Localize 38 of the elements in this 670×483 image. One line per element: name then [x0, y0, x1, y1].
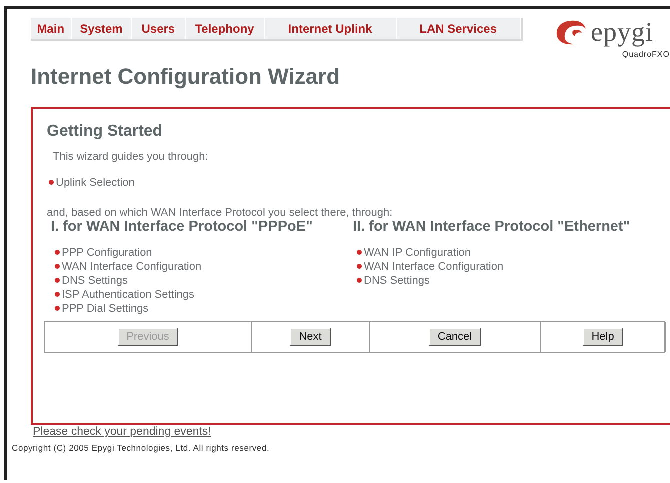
column-heading: I. for WAN Interface Protocol "PPPoE"	[51, 219, 314, 235]
bullet-icon	[55, 292, 60, 297]
pending-events-link[interactable]: Please check your pending events!	[33, 426, 670, 438]
intro-text: This wizard guides you through:	[53, 151, 210, 163]
device-model: QuadroFXO	[622, 50, 670, 59]
step-item: PPP Dial Settings	[62, 303, 149, 315]
nav-link[interactable]: System	[72, 18, 132, 39]
step-item: ISP Authentication Settings	[62, 289, 194, 301]
bullet-icon	[357, 250, 362, 255]
nav-link[interactable]: Main	[31, 18, 72, 39]
nav-link[interactable]: Internet Uplink	[264, 18, 397, 39]
bullet-icon	[55, 306, 60, 311]
bullet-icon	[55, 278, 60, 283]
wizard-button[interactable]: Cancel	[428, 328, 482, 346]
bridge-text: and, based on which WAN Interface Protocol you select there, through:	[47, 207, 394, 219]
copyright-text: Copyright (C) 2005 Epygi Technologies, Ltd. All rights reserved.	[12, 443, 271, 453]
bullet-icon	[55, 264, 60, 269]
step-item: WAN Interface Configuration	[62, 261, 202, 273]
page-title: Internet Configuration Wizard	[31, 64, 342, 90]
bullet-icon	[49, 180, 54, 185]
bullet-icon	[357, 264, 362, 269]
wizard-button[interactable]: Help	[582, 328, 624, 346]
nav-link[interactable]: Users	[132, 18, 186, 39]
step-item: DNS Settings	[62, 275, 128, 287]
step-item: DNS Settings	[364, 275, 430, 287]
wizard-button[interactable]: Next	[290, 328, 331, 346]
nav-link[interactable]: Telephony	[186, 18, 265, 39]
step-item: WAN Interface Configuration	[364, 261, 504, 273]
column-heading: II. for WAN Interface Protocol "Ethernet"	[353, 219, 632, 235]
step-item: PPP Configuration	[62, 247, 152, 259]
bullet-icon	[357, 278, 362, 283]
logo-wordmark: epygi	[591, 17, 654, 48]
nav-link[interactable]: LAN Services	[396, 18, 521, 39]
step-item: Uplink Selection	[56, 177, 135, 189]
bullet-icon	[55, 250, 60, 255]
panel-heading: Getting Started	[47, 123, 164, 141]
step-item: WAN IP Configuration	[364, 247, 471, 259]
logo-swirl-icon	[555, 18, 589, 46]
